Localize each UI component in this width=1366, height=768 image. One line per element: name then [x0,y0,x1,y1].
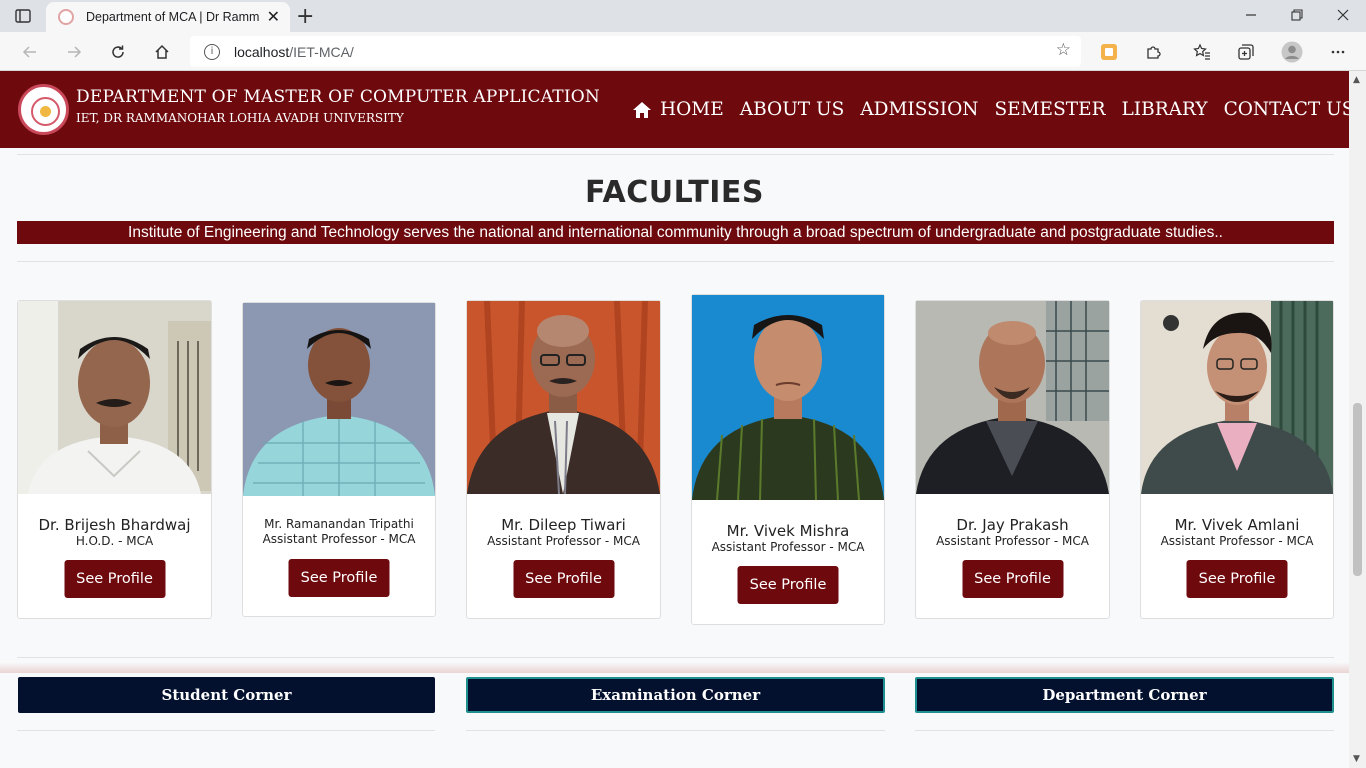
intro-banner: Institute of Engineering and Technology … [17,221,1334,244]
divider [915,730,1334,731]
faculty-role: Assistant Professor - MCA [1160,534,1314,548]
faculty-name: Dr. Jay Prakash [956,516,1069,534]
site-header: DEPARTMENT OF MASTER OF COMPUTER APPLICA… [0,71,1354,148]
main-nav: HOME ABOUT US ADMISSION SEMESTER LIBRARY… [632,99,1354,120]
faculty-photo [18,301,211,494]
faculty-card: Mr. Dileep Tiwari Assistant Professor - … [466,300,661,619]
faculty-name: Mr. Ramanandan Tripathi [264,517,414,531]
divider [17,154,1334,155]
scroll-down-icon[interactable]: ▼ [1353,754,1360,764]
faculty-role: Assistant Professor - MCA [711,540,865,554]
url-host: localhost [234,43,290,60]
department-corner-button[interactable]: Department Corner [915,677,1334,713]
faculty-photo [1141,301,1333,494]
site-subtitle: IET, DR RAMMANOHAR LOHIA AVADH UNIVERSIT… [76,111,404,125]
restore-icon[interactable] [1282,4,1312,26]
see-profile-button[interactable]: See Profile [962,560,1063,598]
faculty-photo [692,295,884,500]
university-logo[interactable] [18,84,69,135]
nav-admission[interactable]: ADMISSION [860,99,978,120]
home-browser-icon[interactable] [150,40,174,64]
more-menu-icon[interactable] [1326,40,1350,64]
scrollbar-thumb[interactable] [1353,403,1362,576]
scroll-up-icon[interactable]: ▲ [1353,75,1360,85]
faculty-photo [916,301,1109,494]
browser-tab-strip: Department of MCA | Dr Ramma ✕ + [0,0,1366,32]
nav-semester[interactable]: SEMESTER [994,99,1105,120]
faculty-role: Assistant Professor - MCA [936,534,1089,548]
faculty-card: Dr. Brijesh Bhardwaj H.O.D. - MCA See Pr… [17,300,212,619]
refresh-icon[interactable] [106,40,130,64]
faculty-card: Mr. Vivek Mishra Assistant Professor - M… [691,294,885,625]
site-favicon-icon [58,9,74,25]
divider [466,730,885,731]
browser-tab-active[interactable]: Department of MCA | Dr Ramma ✕ [46,2,290,32]
see-profile-button[interactable]: See Profile [1186,560,1288,598]
site-title: DEPARTMENT OF MASTER OF COMPUTER APPLICA… [76,87,600,107]
see-profile-button[interactable]: See Profile [64,560,165,598]
site-info-icon[interactable]: i [204,43,220,60]
faculty-card: Dr. Jay Prakash Assistant Professor - MC… [915,300,1110,619]
section-title: FACULTIES [584,175,765,210]
see-profile-button[interactable]: See Profile [513,560,614,598]
faculty-name: Mr. Vivek Mishra [726,522,850,540]
new-tab-icon[interactable]: + [296,6,314,28]
home-icon [633,101,651,118]
faculty-photo [467,301,660,494]
extensions-puzzle-icon[interactable] [1141,40,1165,64]
nav-home-label: HOME [660,99,724,120]
nav-about-us[interactable]: ABOUT US [740,99,845,120]
nav-library[interactable]: LIBRARY [1122,99,1208,120]
url-path: /IET-MCA/ [289,43,354,60]
close-tab-icon[interactable]: ✕ [267,9,280,25]
forward-icon[interactable] [62,40,86,64]
student-corner-button[interactable]: Student Corner [18,677,435,713]
extension-icon[interactable] [1097,40,1121,64]
examination-corner-button[interactable]: Examination Corner [466,677,885,713]
faculty-name: Mr. Vivek Amlani [1174,516,1300,534]
faculty-card: Mr. Vivek Amlani Assistant Professor - M… [1140,300,1334,619]
faculty-role: H.O.D. - MCA [75,534,154,548]
tab-title: Department of MCA | Dr Ramma [86,10,259,24]
faculty-photo [243,303,435,496]
nav-contact-us[interactable]: CONTACT US [1224,99,1355,120]
faculty-card: Mr. Ramanandan Tripathi Assistant Profes… [242,302,436,617]
divider [17,261,1334,262]
close-window-icon[interactable] [1328,4,1358,26]
faculty-role: Assistant Professor - MCA [487,534,640,548]
faculty-role: Assistant Professor - MCA [262,532,416,546]
profile-avatar-icon[interactable] [1280,40,1304,64]
faculty-name: Mr. Dileep Tiwari [501,516,626,534]
nav-home[interactable]: HOME [632,99,724,120]
divider [17,657,1334,658]
address-bar[interactable]: i localhost/IET-MCA/ ☆ [190,36,1081,67]
tab-actions-icon[interactable] [14,7,32,25]
see-profile-button[interactable]: See Profile [737,566,839,604]
see-profile-button[interactable]: See Profile [288,559,390,597]
faculty-name: Dr. Brijesh Bhardwaj [38,516,191,534]
browser-toolbar: i localhost/IET-MCA/ ☆ [0,32,1366,71]
minimize-icon[interactable] [1236,4,1266,26]
page-scrollbar[interactable]: ▲ ▼ [1349,71,1366,768]
back-icon[interactable] [18,40,42,64]
add-favorite-icon[interactable]: ☆ [1056,42,1071,59]
url-text: localhost/IET-MCA/ [234,44,354,60]
divider [17,730,435,731]
favorites-icon[interactable] [1190,40,1214,64]
collections-icon[interactable] [1234,40,1258,64]
